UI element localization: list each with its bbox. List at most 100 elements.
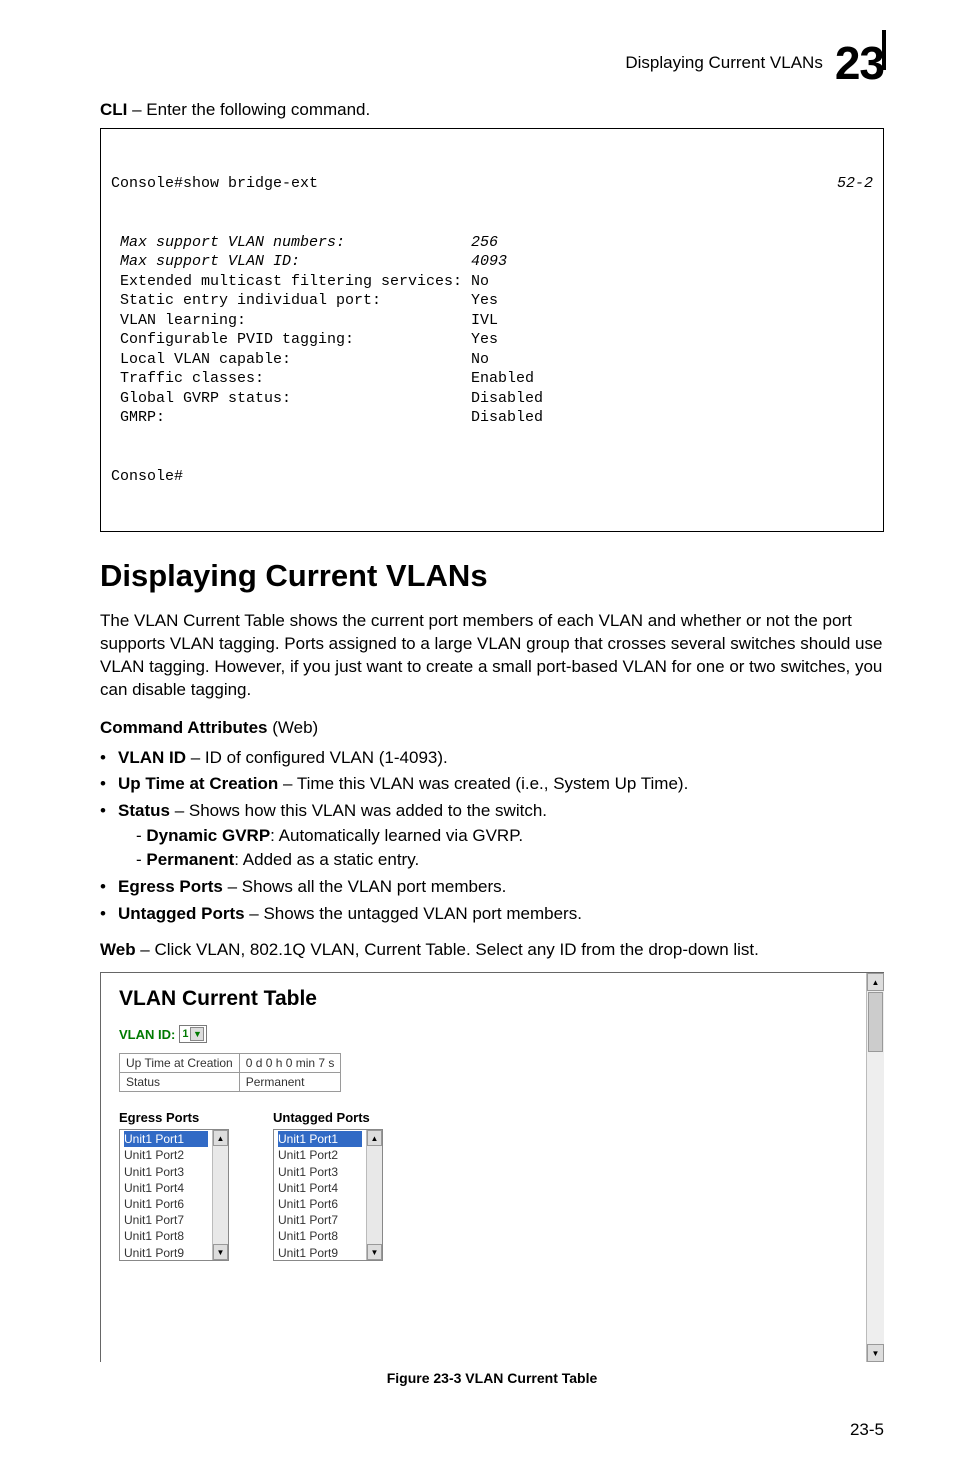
screenshot-frame: ▲ ▼ VLAN Current Table VLAN ID: 1 ▼ Up T…	[100, 972, 884, 1362]
meta-table: Up Time at Creation 0 d 0 h 0 min 7 s St…	[119, 1053, 341, 1092]
cli-label-bold: CLI	[100, 100, 127, 119]
vlan-id-label: VLAN ID:	[119, 1027, 175, 1042]
chapter-number: 23	[835, 40, 884, 86]
list-item[interactable]: Unit1 Port3	[278, 1164, 362, 1180]
page-header: Displaying Current VLANs 23	[100, 40, 884, 86]
bullet-uptime-bold: Up Time at Creation	[118, 774, 278, 793]
list-item[interactable]: Unit1 Port2	[124, 1147, 208, 1163]
sub2-bold: Permanent	[146, 850, 234, 869]
list-item[interactable]: Unit1 Port9	[124, 1245, 208, 1261]
list-item[interactable]: Unit1 Port6	[278, 1196, 362, 1212]
uptime-label-cell: Up Time at Creation	[120, 1054, 240, 1073]
command-attributes-bold: Command Attributes	[100, 718, 268, 737]
web-instruction: Web – Click VLAN, 802.1Q VLAN, Current T…	[100, 940, 884, 960]
bullet-vlan-id-bold: VLAN ID	[118, 748, 186, 767]
table-row: Status Permanent	[120, 1073, 341, 1092]
bullet-untagged-bold: Untagged Ports	[118, 904, 245, 923]
web-rest: – Click VLAN, 802.1Q VLAN, Current Table…	[136, 940, 759, 959]
sub1-bold: Dynamic GVRP	[146, 826, 270, 845]
cli-command: Console#show bridge-ext	[111, 174, 813, 194]
cli-field-label: Static entry individual port:	[111, 291, 471, 311]
web-bold: Web	[100, 940, 136, 959]
bullet-status-sub1: - Dynamic GVRP: Automatically learned vi…	[118, 824, 884, 849]
untagged-ports-heading: Untagged Ports	[273, 1110, 383, 1125]
list-item[interactable]: Unit1 Port4	[124, 1180, 208, 1196]
bullet-egress-ports: Egress Ports – Shows all the VLAN port m…	[100, 875, 884, 900]
scroll-up-icon[interactable]: ▲	[213, 1130, 228, 1146]
list-item[interactable]: Unit1 Port6	[124, 1196, 208, 1212]
list-item[interactable]: Unit1 Port4	[278, 1180, 362, 1196]
table-row: Up Time at Creation 0 d 0 h 0 min 7 s	[120, 1054, 341, 1073]
untagged-ports-column: Untagged Ports Unit1 Port1Unit1 Port2Uni…	[273, 1110, 383, 1261]
cli-field-value: Disabled	[471, 408, 873, 428]
bullet-uptime-rest: – Time this VLAN was created (i.e., Syst…	[278, 774, 688, 793]
cli-field-label: Extended multicast filtering services:	[111, 272, 471, 292]
cli-field-label: Local VLAN capable:	[111, 350, 471, 370]
list-item[interactable]: Unit1 Port1	[124, 1131, 208, 1147]
cli-field-label: Max support VLAN numbers:	[111, 233, 471, 253]
cli-field-value: Disabled	[471, 389, 873, 409]
attribute-list: VLAN ID – ID of configured VLAN (1-4093)…	[100, 746, 884, 926]
cli-label-rest: – Enter the following command.	[127, 100, 370, 119]
cli-field-value: 4093	[471, 252, 873, 272]
cli-field-value: 256	[471, 233, 873, 253]
sub1-pre: -	[136, 826, 146, 845]
bullet-egress-bold: Egress Ports	[118, 877, 223, 896]
scroll-down-icon[interactable]: ▼	[367, 1244, 382, 1260]
scroll-down-icon[interactable]: ▼	[213, 1244, 228, 1260]
uptime-value-cell: 0 d 0 h 0 min 7 s	[239, 1054, 341, 1073]
cli-field-value: Enabled	[471, 369, 873, 389]
body-paragraph: The VLAN Current Table shows the current…	[100, 610, 884, 702]
cli-field-value: Yes	[471, 330, 873, 350]
status-label-cell: Status	[120, 1073, 240, 1092]
bullet-egress-rest: – Shows all the VLAN port members.	[223, 877, 506, 896]
cli-field-value: No	[471, 350, 873, 370]
bullet-vlan-id-rest: – ID of configured VLAN (1-4093).	[186, 748, 448, 767]
sub2-pre: -	[136, 850, 146, 869]
header-section-title: Displaying Current VLANs	[625, 53, 822, 73]
bullet-untagged-rest: – Shows the untagged VLAN port members.	[245, 904, 582, 923]
cli-output-box: Console#show bridge-ext 52-2 Max support…	[100, 128, 884, 532]
sub2-rest: : Added as a static entry.	[234, 850, 419, 869]
bullet-uptime: Up Time at Creation – Time this VLAN was…	[100, 772, 884, 797]
list-item[interactable]: Unit1 Port1	[278, 1131, 362, 1147]
bullet-untagged-ports: Untagged Ports – Shows the untagged VLAN…	[100, 902, 884, 927]
scroll-down-icon[interactable]: ▼	[867, 1344, 884, 1362]
vlan-id-value: 1	[182, 1028, 188, 1040]
page-number: 23-5	[100, 1420, 884, 1440]
cli-field-label: Max support VLAN ID:	[111, 252, 471, 272]
cli-field-label: Traffic classes:	[111, 369, 471, 389]
bullet-status-bold: Status	[118, 801, 170, 820]
cli-field-value: No	[471, 272, 873, 292]
cli-page-ref: 52-2	[813, 174, 873, 194]
status-value-cell: Permanent	[239, 1073, 341, 1092]
list-item[interactable]: Unit1 Port7	[124, 1212, 208, 1228]
list-item[interactable]: Unit1 Port2	[278, 1147, 362, 1163]
list-item[interactable]: Unit1 Port7	[278, 1212, 362, 1228]
egress-ports-heading: Egress Ports	[119, 1110, 229, 1125]
cli-intro: CLI – Enter the following command.	[100, 100, 884, 120]
cli-field-label: Configurable PVID tagging:	[111, 330, 471, 350]
command-attributes-rest: (Web)	[268, 718, 319, 737]
list-item[interactable]: Unit1 Port3	[124, 1164, 208, 1180]
cli-field-label: GMRP:	[111, 408, 471, 428]
vlan-id-row: VLAN ID: 1 ▼	[119, 1025, 884, 1043]
egress-scrollbar[interactable]: ▲ ▼	[212, 1130, 228, 1260]
untagged-ports-listbox[interactable]: Unit1 Port1Unit1 Port2Unit1 Port3Unit1 P…	[273, 1129, 383, 1261]
untagged-scrollbar[interactable]: ▲ ▼	[366, 1130, 382, 1260]
vlan-id-select[interactable]: 1 ▼	[179, 1025, 207, 1043]
cli-field-value: IVL	[471, 311, 873, 331]
chevron-down-icon[interactable]: ▼	[190, 1027, 204, 1041]
bullet-status-sub2: - Permanent: Added as a static entry.	[118, 848, 884, 873]
cli-field-label: VLAN learning:	[111, 311, 471, 331]
scroll-up-icon[interactable]: ▲	[367, 1130, 382, 1146]
list-item[interactable]: Unit1 Port8	[124, 1228, 208, 1244]
figure-caption: Figure 23-3 VLAN Current Table	[100, 1370, 884, 1386]
bullet-vlan-id: VLAN ID – ID of configured VLAN (1-4093)…	[100, 746, 884, 771]
cli-field-label: Global GVRP status:	[111, 389, 471, 409]
egress-ports-listbox[interactable]: Unit1 Port1Unit1 Port2Unit1 Port3Unit1 P…	[119, 1129, 229, 1261]
egress-ports-column: Egress Ports Unit1 Port1Unit1 Port2Unit1…	[119, 1110, 229, 1261]
sub1-rest: : Automatically learned via GVRP.	[270, 826, 523, 845]
list-item[interactable]: Unit1 Port8	[278, 1228, 362, 1244]
list-item[interactable]: Unit1 Port9	[278, 1245, 362, 1261]
